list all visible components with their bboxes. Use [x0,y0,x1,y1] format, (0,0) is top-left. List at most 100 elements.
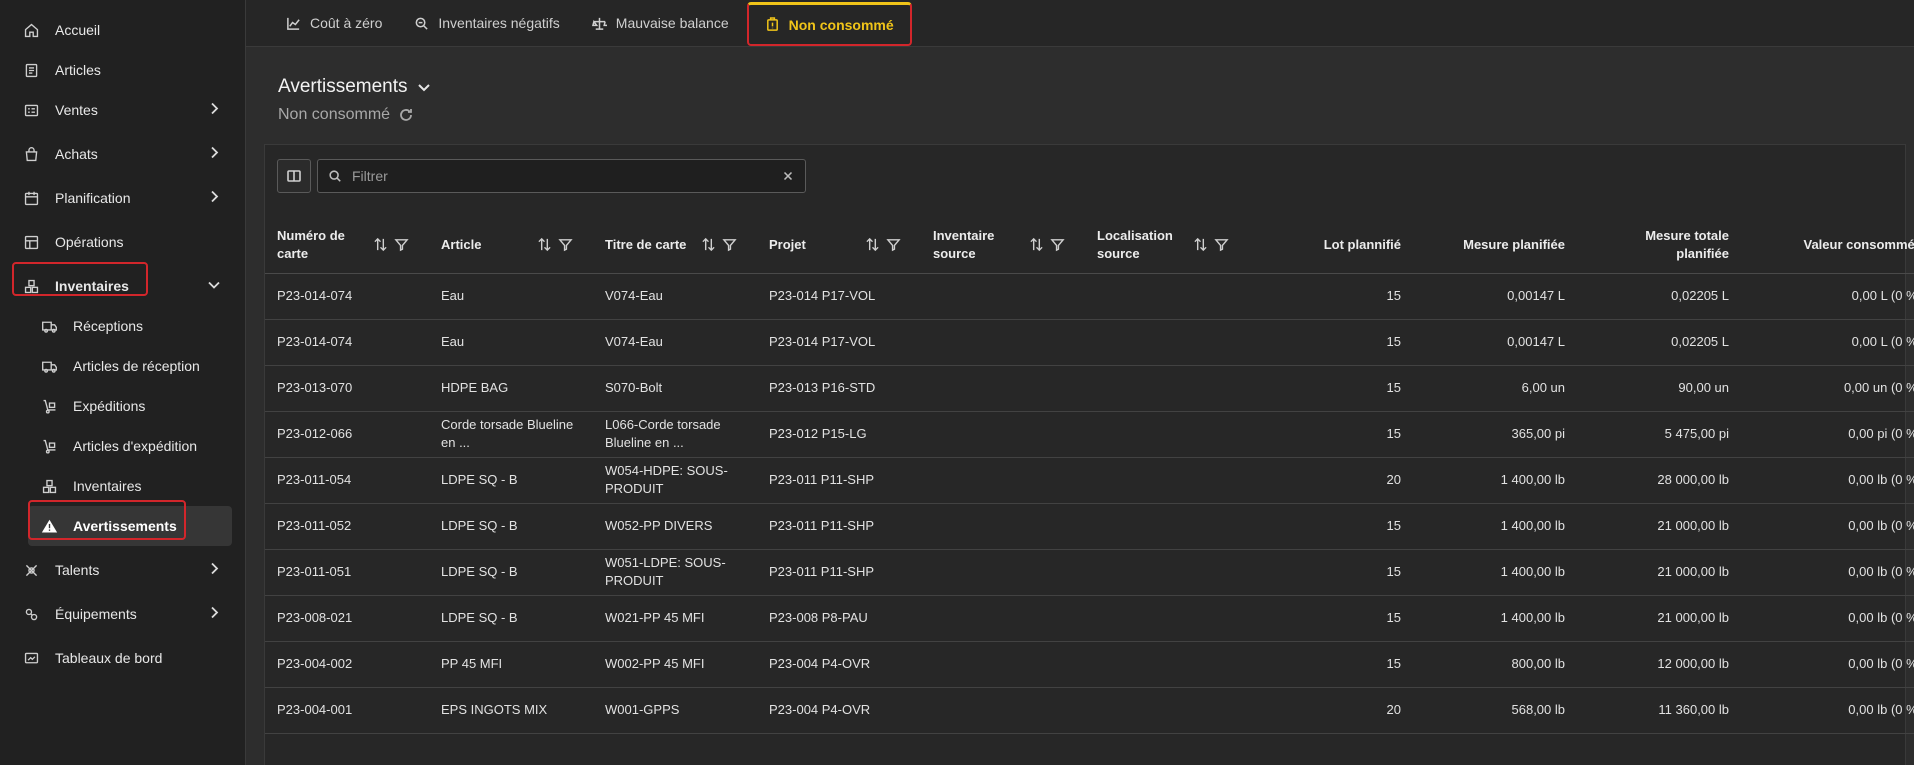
cell-inventory [921,411,1085,458]
sidebar-item-ventes[interactable]: Ventes [0,90,245,130]
sidebar-item-articles-expedition[interactable]: Articles d'expédition [0,426,245,466]
header-consumed-value[interactable]: Valeur consommée [1741,217,1914,274]
sidebar-item-inventaires-sub[interactable]: Inventaires [0,466,245,506]
table-row[interactable]: P23-011-051 LDPE SQ - B W051-LDPE: SOUS-PR… [265,549,1914,596]
boxes-icon [20,275,42,297]
header-card-title[interactable]: Titre de carte [593,217,757,274]
cell-project: P23-011 P11-SHP [757,503,921,550]
header-planned-measure[interactable]: Mesure planifiée [1413,217,1577,274]
sidebar-item-talents[interactable]: Talents [0,550,245,590]
sort-icon[interactable] [701,237,716,252]
filter-icon[interactable] [1050,237,1065,252]
sidebar-item-achats[interactable]: Achats [0,134,245,174]
table-row[interactable]: P23-013-070 HDPE BAG S070-Bolt P23-013 P16-… [265,365,1914,412]
cell-card: P23-008-021 [265,595,429,642]
sidebar-item-inventaires[interactable]: Inventaires [0,266,245,306]
cell-total: 21 000,00 lb [1577,549,1741,596]
chevron-right-icon[interactable] [207,102,221,119]
chevron-right-icon[interactable] [207,562,221,579]
refresh-icon[interactable] [398,107,414,123]
sort-icon[interactable] [865,237,880,252]
cell-project: P23-004 P4-OVR [757,641,921,688]
cell-location [1085,503,1249,550]
cell-article: EPS INGOTS MIX [429,687,593,734]
table-row[interactable]: P23-011-052 LDPE SQ - B W052-PP DIVERS P23-… [265,503,1914,550]
filter-icon[interactable] [886,237,901,252]
sidebar-item-articles-reception[interactable]: Articles de réception [0,346,245,386]
cell-consumed: 0,00 lb (0 %) [1741,503,1914,550]
filter-icon[interactable] [558,237,573,252]
sort-icon[interactable] [1029,237,1044,252]
cell-lot: 15 [1249,549,1413,596]
sidebar-item-label: Planification [55,190,131,206]
chevron-down-icon [417,84,430,92]
table-row[interactable]: P23-004-001 EPS INGOTS MIX W001-GPPS P23-00… [265,687,1914,734]
filter-icon[interactable] [722,237,737,252]
chevron-right-icon[interactable] [207,146,221,163]
header-source-inventory[interactable]: Inventaire source [921,217,1085,274]
table-row[interactable]: P23-014-074 Eau V074-Eau P23-014 P17-VOL 15 0… [265,319,1914,366]
cell-consumed: 0,00 lb (0 %) [1741,687,1914,734]
chevron-right-icon[interactable] [207,606,221,623]
cell-project: P23-014 P17-VOL [757,319,921,366]
dashboard-icon [20,647,42,669]
tab-inventaires-negatifs[interactable]: Inventaires négatifs [398,0,575,46]
cell-article: Corde torsade Blueline en ... [429,411,593,458]
filter-icon[interactable] [1214,237,1229,252]
filter-input[interactable] [352,168,781,184]
sidebar-item-avertissements[interactable]: Avertissements [28,506,232,546]
header-total-planned-measure[interactable]: Mesure totale planifiée [1577,217,1741,274]
sidebar-item-expeditions[interactable]: Expéditions [0,386,245,426]
table-toolbar [277,159,806,193]
cell-inventory [921,687,1085,734]
table-row[interactable]: P23-008-021 LDPE SQ - B W021-PP 45 MFI P23-… [265,595,1914,642]
sort-icon[interactable] [373,237,388,252]
filter-icon[interactable] [394,237,409,252]
cell-lot: 15 [1249,641,1413,688]
chevron-right-icon[interactable] [207,190,221,207]
sort-icon[interactable] [1193,237,1208,252]
sidebar-item-tableaux-de-bord[interactable]: Tableaux de bord [0,638,245,678]
cell-measure: 800,00 lb [1413,641,1577,688]
dolly-icon [38,435,60,457]
cell-project: P23-014 P17-VOL [757,273,921,320]
cell-total: 21 000,00 lb [1577,595,1741,642]
sort-icon[interactable] [537,237,552,252]
scale-icon [591,17,607,30]
header-planned-lot[interactable]: Lot plannifié [1249,217,1413,274]
table-row[interactable]: P23-004-002 PP 45 MFI W002-PP 45 MFI P23-00… [265,641,1914,688]
cell-location [1085,319,1249,366]
sidebar-item-operations[interactable]: Opérations [0,222,245,262]
chevron-down-icon[interactable] [207,278,221,295]
cell-lot: 15 [1249,595,1413,642]
close-icon[interactable] [781,169,795,183]
sidebar-item-accueil[interactable]: Accueil [0,10,245,50]
sidebar-item-articles[interactable]: Articles [0,50,245,90]
header-card-number[interactable]: Numéro de carte [265,217,429,274]
cell-consumed: 0,00 pi (0 %) [1741,411,1914,458]
cell-inventory [921,503,1085,550]
sidebar-item-equipements[interactable]: Équipements [0,594,245,634]
sidebar-item-receptions[interactable]: Réceptions [0,306,245,346]
columns-button[interactable] [277,159,311,193]
tab-mauvaise-balance[interactable]: Mauvaise balance [576,0,745,46]
cell-measure: 1 400,00 lb [1413,503,1577,550]
tab-label: Non consommé [788,16,894,33]
tab-non-consomme[interactable]: Non consommé [746,2,912,46]
header-source-location[interactable]: Localisation source [1085,217,1249,274]
tab-cout-a-zero[interactable]: Coût à zéro [270,0,398,46]
header-project[interactable]: Projet [757,217,921,274]
filter-field[interactable] [317,159,806,193]
table-row[interactable]: P23-012-066 Corde torsade Blueline en ...… [265,411,1914,458]
cell-article: PP 45 MFI [429,641,593,688]
sales-icon [20,99,42,121]
boxes-icon [38,475,60,497]
table-row[interactable]: P23-011-054 LDPE SQ - B W054-HDPE: SOUS-PR… [265,457,1914,504]
table-row[interactable]: P23-014-074 Eau V074-Eau P23-014 P17-VOL 15 0… [265,273,1914,320]
cell-project: P23-013 P16-STD [757,365,921,412]
sidebar-item-planification[interactable]: Planification [0,178,245,218]
page-title[interactable]: Avertissements [278,76,432,98]
cell-consumed: 0,00 L (0 %) [1741,273,1914,320]
cell-measure: 365,00 pi [1413,411,1577,458]
header-article[interactable]: Article [429,217,593,274]
